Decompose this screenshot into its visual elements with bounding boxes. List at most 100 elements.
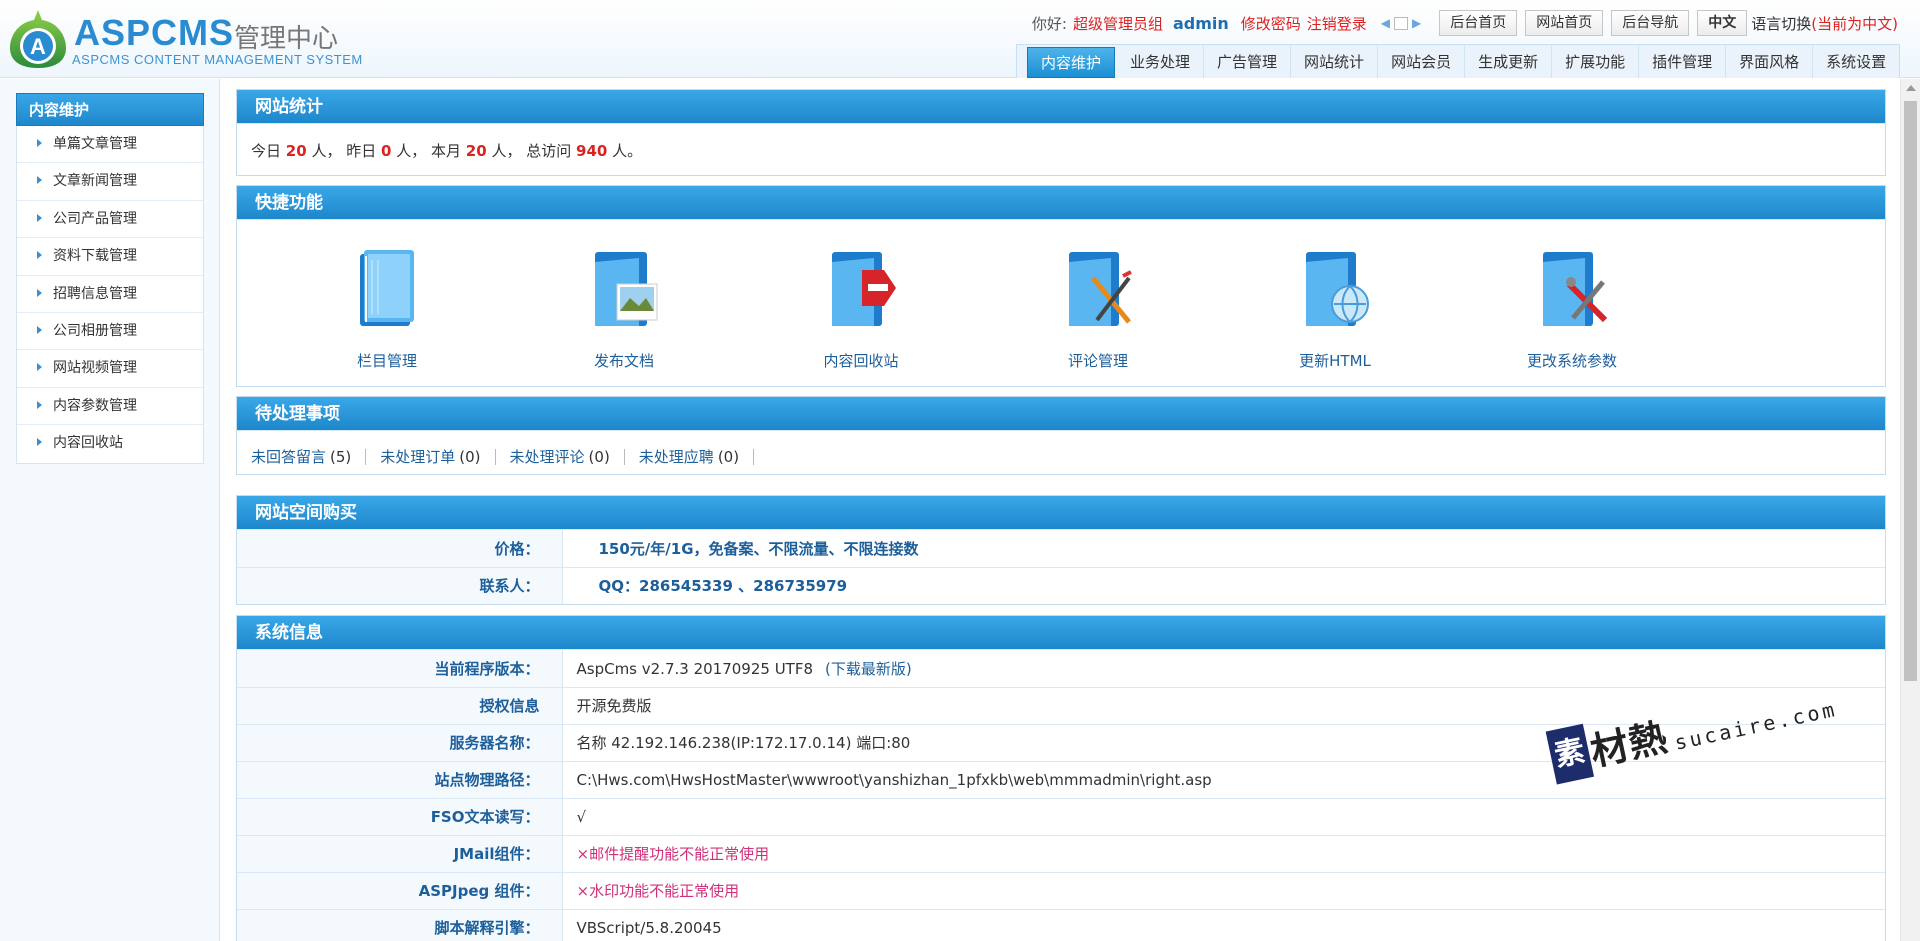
table-row: 脚本解释引擎： VBScript/5.8.20045 — [237, 908, 1885, 941]
tab-business[interactable]: 业务处理 — [1117, 45, 1205, 78]
info-key: 当前程序版本： — [237, 650, 563, 687]
language-chinese-button[interactable]: 中文 — [1697, 10, 1748, 36]
sidebar-item-downloads[interactable]: 资料下载管理 — [17, 238, 203, 276]
quick-item-label[interactable]: 内容回收站 — [791, 350, 931, 371]
sidebar-item-label: 单篇文章管理 — [53, 136, 137, 152]
sidebar-item-params[interactable]: 内容参数管理 — [17, 388, 203, 426]
triangle-right-icon — [37, 288, 42, 297]
logo-tagline: ASPCMS CONTENT MANAGEMENT SYSTEM — [72, 52, 363, 67]
quick-item-columns[interactable]: 栏目管理 — [317, 248, 457, 371]
site-home-button[interactable]: 网站首页 — [1525, 10, 1604, 36]
panel-title: 系统信息 — [237, 616, 1885, 650]
sidebar-item-label: 内容参数管理 — [53, 397, 137, 414]
sidebar-item-news[interactable]: 文章新闻管理 — [17, 163, 203, 201]
pending-comments[interactable]: 未处理评论 (0) — [510, 449, 625, 465]
sidebar-item-label: 文章新闻管理 — [53, 173, 137, 190]
version-text: AspCms v2.7.3 20170925 UTF8 — [576, 659, 814, 678]
tab-stats[interactable]: 网站统计 — [1291, 45, 1379, 78]
sidebar-item-label: 公司相册管理 — [53, 322, 137, 339]
stats-line: 今日 20 人， 昨日 0 人， 本月 20 人， 总访问 940 人。 — [237, 124, 1885, 161]
table-row: JMail组件： ×邮件提醒功能不能正常使用 — [237, 834, 1885, 872]
folder-book-icon[interactable] — [352, 248, 422, 332]
pending-orders[interactable]: 未处理订单 (0) — [380, 448, 496, 466]
info-key: ASPJpeg 组件： — [237, 871, 563, 909]
folder-globe-icon[interactable] — [1300, 248, 1370, 332]
folder-image-icon[interactable] — [589, 248, 659, 332]
change-password-link[interactable]: 修改密码 — [1241, 13, 1301, 34]
pending-label[interactable]: 未处理评论 — [510, 448, 585, 466]
user-role: 超级管理员组 — [1072, 14, 1163, 33]
quick-item-update-html[interactable]: 更新HTML — [1265, 248, 1405, 371]
username: admin — [1172, 13, 1229, 33]
pending-unanswered-messages[interactable]: 未回答留言 (5) — [251, 448, 367, 466]
folder-delete-icon[interactable] — [826, 248, 896, 332]
admin-nav-button[interactable]: 后台导航 — [1611, 10, 1690, 36]
sidebar-title: 内容维护 — [16, 93, 204, 126]
info-value: AspCms v2.7.3 20170925 UTF8 (下载最新版) — [562, 650, 1885, 687]
quick-item-comments[interactable]: 评论管理 — [1028, 248, 1168, 371]
yesterday-count: 0 — [381, 142, 392, 160]
tab-theme[interactable]: 界面风格 — [1726, 45, 1814, 78]
folder-tools-icon[interactable] — [1537, 248, 1608, 332]
folder-pencil-icon[interactable] — [1063, 248, 1133, 332]
scrollbar-thumb[interactable] — [1904, 101, 1917, 681]
triangle-right-icon — [37, 438, 42, 447]
logout-link[interactable]: 注销登录 — [1307, 13, 1367, 34]
quick-item-label[interactable]: 更改系统参数 — [1502, 350, 1642, 371]
info-key: 站点物理路径： — [237, 760, 563, 798]
quick-item-recycle[interactable]: 内容回收站 — [791, 248, 931, 371]
quick-item-label[interactable]: 更新HTML — [1265, 350, 1405, 371]
sidebar-item-single-article[interactable]: 单篇文章管理 — [17, 126, 203, 164]
quick-item-label[interactable]: 发布文档 — [554, 350, 694, 371]
info-key: 服务器名称： — [237, 723, 563, 761]
tab-extensions[interactable]: 扩展功能 — [1552, 45, 1640, 78]
sidebar-item-videos[interactable]: 网站视频管理 — [17, 350, 203, 388]
pending-items-panel: 待处理事项 未回答留言 (5) 未处理订单 (0) 未处理评论 (0) 未处理应聘 (0… — [236, 396, 1886, 475]
sidebar-item-recycle[interactable]: 内容回收站 — [17, 425, 203, 462]
tab-settings[interactable]: 系统设置 — [1813, 45, 1899, 78]
layout-toggle[interactable]: ◀ ▶ — [1381, 16, 1421, 30]
quick-item-publish[interactable]: 发布文档 — [554, 248, 694, 371]
chevron-left-icon[interactable]: ◀ — [1381, 16, 1390, 30]
pending-applications[interactable]: 未处理应聘 (0) — [639, 448, 755, 466]
tab-content-maintenance[interactable]: 内容维护 — [1027, 47, 1116, 78]
pending-label[interactable]: 未回答留言 — [251, 448, 326, 466]
tab-members[interactable]: 网站会员 — [1378, 45, 1466, 78]
price-value: 150元/年/1G，免备案、不限流量、不限连接数 — [598, 539, 919, 558]
sidebar-item-albums[interactable]: 公司相册管理 — [17, 313, 203, 351]
info-value: VBScript/5.8.20045 — [562, 908, 1885, 941]
panel-title: 快捷功能 — [237, 186, 1885, 220]
quick-item-system-params[interactable]: 更改系统参数 — [1502, 248, 1642, 371]
tab-generate[interactable]: 生成更新 — [1465, 45, 1553, 78]
sidebar-item-products[interactable]: 公司产品管理 — [17, 201, 203, 239]
info-key: 脚本解释引擎： — [237, 908, 563, 941]
pending-label[interactable]: 未处理应聘 — [639, 448, 714, 466]
pending-list: 未回答留言 (5) 未处理订单 (0) 未处理评论 (0) 未处理应聘 (0) — [237, 431, 1885, 465]
chevron-right-icon[interactable]: ▶ — [1412, 16, 1421, 30]
main-nav-tabs: 内容维护 业务处理 广告管理 网站统计 网站会员 生成更新 扩展功能 插件管理 … — [1016, 44, 1901, 78]
table-row: 联系人： QQ：286545339 、286735979 — [237, 566, 1885, 604]
quick-item-label[interactable]: 栏目管理 — [317, 350, 457, 371]
pending-count: (0) — [717, 448, 740, 466]
download-latest-link[interactable]: (下载最新版) — [825, 660, 912, 678]
sidebar-item-label: 内容回收站 — [53, 435, 123, 452]
table-row: ASPJpeg 组件： ×水印功能不能正常使用 — [237, 871, 1885, 909]
tab-plugins[interactable]: 插件管理 — [1639, 45, 1727, 78]
yesterday-label: 人， 昨日 — [311, 142, 377, 160]
vertical-scrollbar[interactable] — [1900, 79, 1920, 941]
site-stats-panel: 网站统计 今日 20 人， 昨日 0 人， 本月 20 人， 总访问 940 人… — [236, 89, 1886, 176]
language-switch-label: 语言切换(当前为中文) — [1751, 13, 1898, 34]
sidebar-item-jobs[interactable]: 招聘信息管理 — [17, 276, 203, 313]
window-icon[interactable] — [1394, 16, 1409, 30]
pending-label[interactable]: 未处理订单 — [380, 448, 455, 466]
pending-count: (0) — [459, 448, 481, 466]
top-toolbar: 你好: 超级管理员组 admin 修改密码 注销登录 ◀ ▶ 后台首页 网站首页… — [1032, 10, 1898, 36]
month-label: 人， 本月 — [396, 142, 462, 160]
info-value: √ — [562, 797, 1885, 835]
table-row: 当前程序版本： AspCms v2.7.3 20170925 UTF8 (下载最新… — [237, 650, 1885, 687]
stats-suffix: 人。 — [612, 142, 643, 160]
quick-item-label[interactable]: 评论管理 — [1028, 350, 1168, 371]
admin-home-button[interactable]: 后台首页 — [1439, 10, 1518, 36]
tab-ads[interactable]: 广告管理 — [1204, 45, 1292, 78]
scroll-up-icon[interactable] — [1906, 85, 1916, 91]
